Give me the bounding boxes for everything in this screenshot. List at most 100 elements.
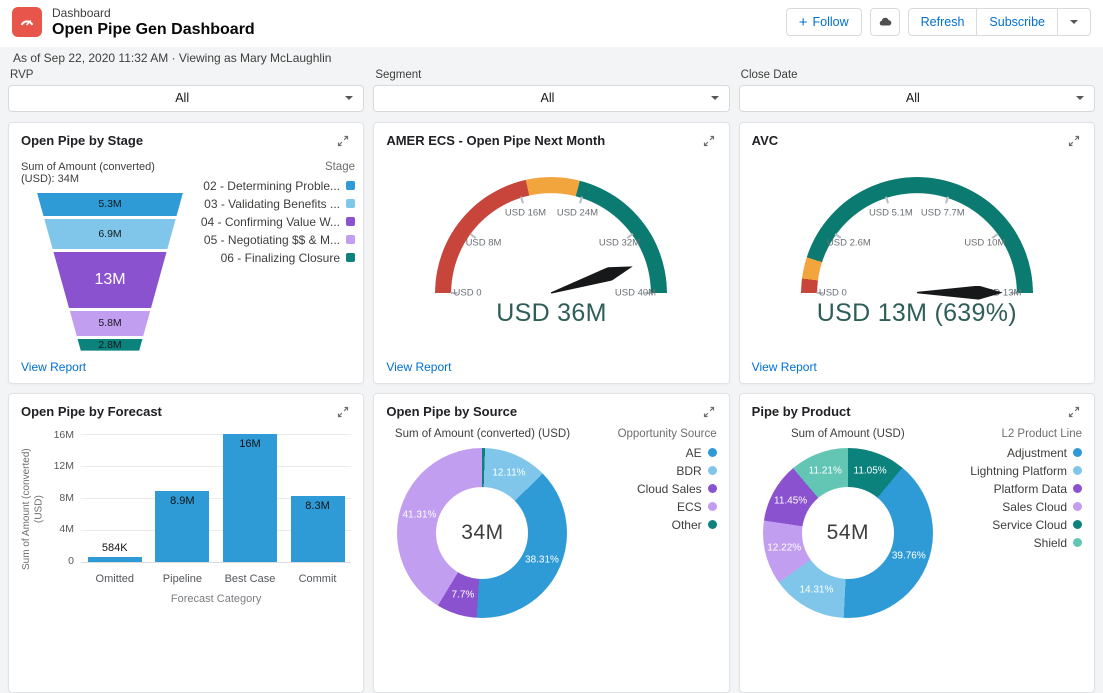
legend-label: ECS	[676, 499, 702, 514]
gauge-tick-label: USD 5.1M	[868, 207, 913, 219]
title-group: Dashboard Open Pipe Gen Dashboard	[12, 6, 255, 39]
gauge-tick-label: USD 40M	[614, 287, 657, 299]
bar-value-label: 8.3M	[305, 499, 330, 512]
segment-value-label: 6.9M	[98, 227, 122, 240]
funnel-area: Sum of Amount (converted) (USD): 34M 5.3…	[21, 161, 355, 351]
refresh-button[interactable]: Refresh	[907, 8, 978, 37]
header-actions: + Follow Refresh Subscribe	[785, 8, 1091, 37]
funnel-segment[interactable]: 13M	[37, 251, 183, 308]
follow-button[interactable]: + Follow	[785, 8, 862, 37]
y-tick-label: 4M	[59, 523, 74, 536]
donut-chart: 12.11% 38.31% 7.7% 41.31% 34M	[397, 447, 568, 618]
x-tick-label: Commit	[298, 572, 337, 585]
segment-value-label: 5.3M	[98, 198, 122, 211]
slice-percent-label: 14.31%	[799, 584, 834, 596]
close-date-filter-select[interactable]: All	[738, 84, 1095, 112]
funnel-summary: Sum of Amount (converted) (USD): 34M	[21, 160, 155, 185]
gauge-arc	[435, 176, 668, 383]
legend-label: AE	[685, 445, 702, 460]
gauge-chart[interactable]: USD 0 USD 8M USD 16M USD 24M USD 32M USD…	[391, 153, 711, 383]
subscribe-button[interactable]: Subscribe	[976, 8, 1058, 37]
gauge-tick-label: USD 10M	[964, 237, 1006, 249]
x-tick-label: Best Case	[224, 572, 276, 585]
expand-icon[interactable]	[335, 404, 351, 420]
view-report-link[interactable]: View Report	[386, 360, 451, 374]
rvp-filter-select[interactable]: All	[8, 84, 365, 112]
more-actions-button[interactable]	[1057, 8, 1091, 37]
gauge-glyph	[20, 20, 34, 26]
widget-title: AMER ECS - Open Pipe Next Month	[386, 132, 606, 148]
gauge-tick-label: USD 32M	[598, 237, 641, 249]
legend-label: Shield	[1033, 535, 1067, 550]
funnel-left: Sum of Amount (converted) (USD): 34M 5.3…	[21, 161, 183, 351]
donut-total: 54M	[826, 520, 869, 544]
legend-item: Shield	[944, 536, 1082, 550]
header: Dashboard Open Pipe Gen Dashboard + Foll…	[0, 0, 1103, 47]
widget-title: Pipe by Product	[751, 403, 851, 419]
gauge-chart[interactable]: USD 0 USD 2.6M USD 5.1M USD 7.7M USD 10M…	[757, 153, 1077, 383]
legend-swatch	[1073, 502, 1082, 512]
stage-legend: Stage 02 - Determining Proble... 03 - Va…	[183, 161, 355, 351]
funnel-segment[interactable]: 5.8M	[37, 310, 183, 336]
slice-percent-label: 11.45%	[774, 495, 808, 507]
legend-item: ECS	[579, 500, 717, 514]
legend-swatch	[707, 484, 717, 494]
gauge-tick-label: USD 7.7M	[920, 207, 965, 219]
donut-hole: 54M	[801, 486, 894, 579]
legend-item: 04 - Confirming Value W...	[183, 215, 355, 229]
donut-hole: 34M	[436, 486, 529, 579]
follow-label: Follow	[812, 15, 849, 30]
bar-column: 8.3M	[284, 434, 352, 562]
y-axis-ticks: 16M 12M 8M 4M 0	[47, 429, 81, 567]
filter-label: RVP	[10, 68, 34, 81]
legend-label: 02 - Determining Proble...	[203, 178, 340, 193]
gauge-tick-label: USD 16M	[504, 207, 547, 219]
legend-title: Stage	[324, 160, 355, 173]
expand-icon[interactable]	[701, 404, 717, 420]
selected-value: All	[905, 91, 920, 106]
legend-title: Opportunity Source	[617, 427, 717, 440]
funnel-segment[interactable]: 5.3M	[37, 192, 183, 216]
filter-label: Segment	[375, 68, 422, 81]
expand-icon[interactable]	[701, 133, 717, 149]
dashboard-page: Dashboard Open Pipe Gen Dashboard + Foll…	[0, 0, 1103, 693]
legend-item: 02 - Determining Proble...	[183, 179, 355, 193]
chevron-down-icon	[345, 96, 354, 101]
legend-label: Service Cloud	[992, 517, 1067, 532]
legend-item: Sales Cloud	[944, 500, 1082, 514]
legend-swatch	[346, 253, 355, 263]
expand-icon[interactable]	[1066, 133, 1082, 149]
widget-grid: Open Pipe by Stage Sum of Amount (conver…	[0, 121, 1103, 693]
segment-filter-select[interactable]: All	[373, 84, 730, 112]
bar[interactable]	[222, 433, 277, 562]
donut-total: 34M	[461, 520, 504, 544]
dashboard-icon	[12, 7, 42, 38]
funnel-chart: 5.3M 6.9M 13M 5.8M 2.8M	[37, 192, 183, 351]
chart-subtitle: Sum of Amount (converted) (USD)	[394, 427, 571, 440]
chevron-down-icon	[1076, 96, 1084, 101]
gauge-tick-label: USD 0	[818, 287, 847, 299]
legend-item: BDR	[579, 464, 717, 478]
legend-label: Adjustment	[1006, 445, 1067, 460]
expand-icon[interactable]	[1066, 404, 1082, 420]
legend-item: Platform Data	[944, 482, 1082, 496]
legend-swatch	[1073, 538, 1082, 548]
legend-item: Cloud Sales	[579, 482, 717, 496]
slice-percent-label: 12.22%	[767, 542, 802, 554]
source-legend: Opportunity Source AE BDR Cloud Sales EC…	[579, 428, 717, 623]
legend-swatch	[1073, 466, 1082, 476]
legend-label: BDR	[676, 463, 702, 478]
funnel-segment[interactable]: 6.9M	[37, 218, 183, 249]
slice-percent-label: 39.76%	[891, 550, 926, 562]
legend-swatch	[346, 181, 355, 191]
widget-title: Open Pipe by Forecast	[21, 403, 162, 419]
view-report-link[interactable]: View Report	[752, 360, 817, 374]
filter-close-date: Close Date All	[738, 69, 1095, 112]
funnel-segment[interactable]: 2.8M	[37, 338, 183, 351]
expand-icon[interactable]	[335, 133, 351, 149]
x-axis-title: Forecast Category	[170, 592, 262, 605]
bar[interactable]	[87, 556, 142, 562]
view-report-link[interactable]: View Report	[21, 360, 86, 374]
slice-percent-label: 38.31%	[525, 554, 559, 566]
open-in-analytics-button[interactable]	[869, 8, 900, 37]
